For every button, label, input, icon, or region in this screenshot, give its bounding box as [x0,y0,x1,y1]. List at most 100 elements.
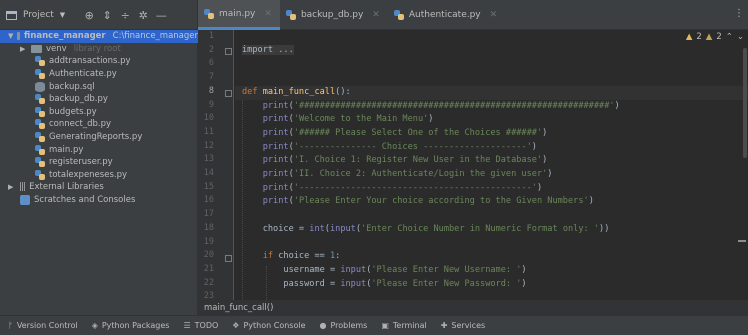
terminal-button[interactable]: ▣ Terminal [381,321,426,330]
project-folder-icon [6,10,17,20]
code-line[interactable]: username = input('Please Enter New Usern… [242,265,526,275]
tree-item-file[interactable]: main.py [35,143,83,156]
line-number[interactable]: 18 [198,223,214,233]
inspection-widget[interactable]: ▲ 2 ▲ 2 ⌃ ⌄ [686,32,744,42]
folded-imports[interactable]: import ... [242,44,294,55]
expand-all-icon[interactable]: ⇕ [101,9,113,22]
line-number[interactable]: 7 [198,72,214,82]
tree-item-file[interactable]: addtransactions.py [35,55,131,68]
version-control-button[interactable]: ᚠ Version Control [8,321,78,330]
python-console-button[interactable]: ❖ Python Console [232,321,305,330]
project-panel-header[interactable]: Project ▼ ⊕ ⇕ ÷ ✲ — [0,0,198,30]
problems-button[interactable]: ● Problems [319,321,367,330]
fold-marker-icon[interactable] [225,90,232,97]
close-icon[interactable]: ✕ [264,9,272,19]
code-line[interactable]: choice = int(input('Enter Choice Number … [242,224,610,234]
python-packages-button[interactable]: ◈ Python Packages [92,321,170,330]
code-line[interactable]: print('---------------------------------… [242,183,542,193]
code-line[interactable]: print('II. Choice 2: Authenticate/Login … [242,169,553,179]
tab-backup-db-py[interactable]: backup_db.py ✕ [280,0,388,30]
file-label: totalexpeneses.py [49,169,128,180]
tree-item-external-libraries[interactable]: ▶ ||| External Libraries [8,181,104,194]
code-line[interactable]: print('I. Choice 1: Register New User in… [242,155,548,165]
tree-item-scratches[interactable]: Scratches and Consoles [20,194,135,207]
chevron-right-icon[interactable]: ▶ [20,45,27,53]
tree-item-file[interactable]: connect_db.py [35,118,111,131]
tab-authenticate-py[interactable]: Authenticate.py ✕ [388,0,505,30]
services-icon: ✚ [440,321,448,330]
tab-main-py[interactable]: main.py ✕ [198,0,280,30]
line-number[interactable]: 17 [198,209,214,219]
line-number[interactable]: 19 [198,237,214,247]
line-number[interactable]: 2 [198,45,214,55]
more-options-icon[interactable]: ⋮ [734,8,744,19]
packages-icon: ◈ [91,321,98,330]
code-line[interactable]: if choice == 1: [242,251,341,261]
line-number[interactable]: 1 [198,31,214,41]
code-line[interactable]: def main_func_call(): [242,87,351,97]
line-number[interactable]: 21 [198,264,214,274]
tree-item-venv[interactable]: ▶ venv library root [20,43,121,56]
line-number[interactable]: 14 [198,168,214,178]
code-line[interactable]: import ... [242,44,294,55]
code-line[interactable]: password = input('Please Enter New Passw… [242,279,526,289]
fold-marker-icon[interactable] [225,255,232,262]
gear-icon[interactable]: ✲ [137,9,149,22]
list-icon: ☰ [183,321,191,330]
chevron-down-icon[interactable]: ▼ [8,32,13,40]
close-icon[interactable]: ✕ [372,10,380,20]
tree-item-file[interactable]: budgets.py [35,106,97,119]
line-number[interactable]: 8 [198,86,214,96]
next-highlight-icon[interactable]: ⌄ [737,32,744,42]
breadcrumb[interactable]: main_func_call() [198,300,748,315]
vertical-scrollbar[interactable] [743,48,747,158]
hide-panel-icon[interactable]: — [155,9,167,22]
button-label: TODO [194,321,219,330]
line-number[interactable]: 11 [198,127,214,137]
code-line[interactable]: print('--------------- Choices ---------… [242,142,537,152]
button-label: Version Control [16,321,78,330]
line-number[interactable]: 20 [198,250,214,260]
line-number[interactable]: 6 [198,58,214,68]
code-line[interactable]: print('###### Please Select One of the C… [242,128,548,138]
code-line[interactable]: print('#################################… [242,101,620,111]
line-number[interactable]: 9 [198,100,214,110]
line-number[interactable]: 16 [198,195,214,205]
file-label: backup_db.py [49,94,108,105]
previous-highlight-icon[interactable]: ⌃ [726,32,733,42]
tree-item-file[interactable]: GeneratingReports.py [35,131,142,144]
file-label: budgets.py [49,106,97,117]
fold-marker-icon[interactable] [225,48,232,55]
code-editor[interactable]: 1 2 6 7 8 9 10 11 12 13 14 15 16 17 18 19 20 21 22 23 impor… [198,30,748,300]
services-button[interactable]: ✚ Services [441,321,485,330]
line-number[interactable]: 10 [198,113,214,123]
todo-button[interactable]: ☰ TODO [183,321,218,330]
code-line[interactable]: print('Welcome to the Main Menu') [242,114,434,124]
line-number[interactable]: 23 [198,291,214,300]
line-number[interactable]: 12 [198,141,214,151]
scroll-marker[interactable] [738,240,746,242]
line-number[interactable]: 22 [198,278,214,288]
breadcrumb-function[interactable]: main_func_call() [204,303,273,313]
tab-label: main.py [219,8,256,19]
code-line[interactable]: print('Please Enter Your choice accordin… [242,196,594,206]
python-file-icon [285,10,296,20]
chevron-right-icon[interactable]: ▶ [8,183,15,191]
tree-item-file[interactable]: Authenticate.py [35,68,117,81]
folder-icon [17,32,21,41]
close-icon[interactable]: ✕ [490,10,498,20]
tree-item-root[interactable]: ▼ finance_manager C:\finance_manager [0,30,198,43]
tree-item-file[interactable]: totalexpeneses.py [35,169,127,182]
project-view-selector[interactable]: Project [23,10,54,20]
locate-target-icon[interactable]: ⊕ [83,9,95,22]
tree-item-file[interactable]: backup_db.py [35,93,108,106]
line-number[interactable]: 15 [198,182,214,192]
chevron-down-icon[interactable]: ▼ [60,11,65,19]
line-number[interactable]: 13 [198,154,214,164]
file-label: main.py [49,144,84,155]
root-folder-path: C:\finance_manager [112,31,198,42]
tree-item-file[interactable]: backup.sql [35,80,95,93]
tool-window-bar: ᚠ Version Control ◈ Python Packages ☰ TODO … [0,315,748,335]
collapse-all-icon[interactable]: ÷ [119,9,131,22]
tree-item-file[interactable]: registeruser.py [35,156,113,169]
